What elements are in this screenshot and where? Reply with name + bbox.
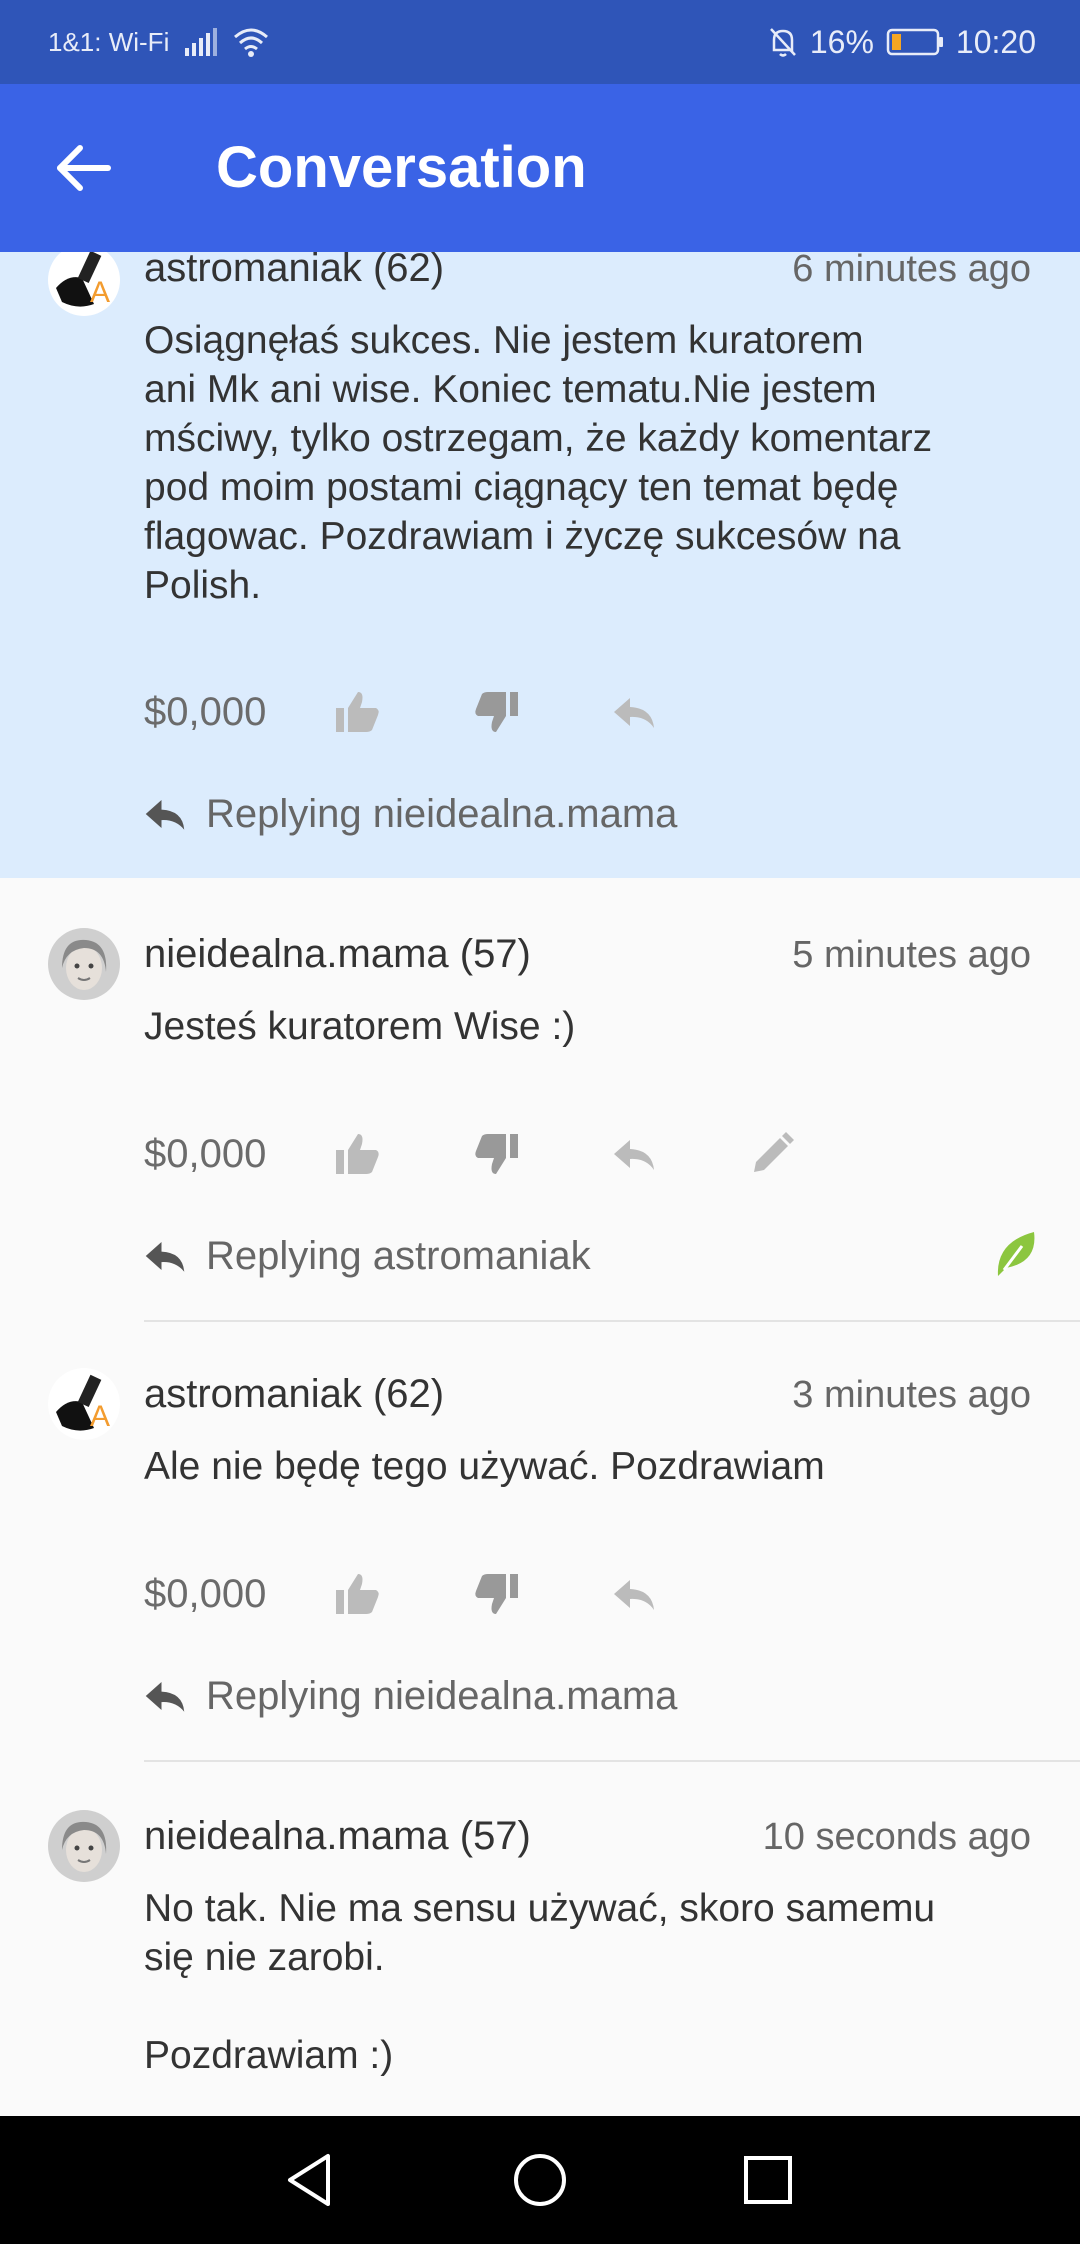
reply-arrow-icon: [145, 1242, 185, 1272]
upvote-icon[interactable]: [334, 1570, 382, 1618]
comment-body: No tak. Nie ma sensu używać, skoro samem…: [144, 1887, 936, 2077]
upvote-icon[interactable]: [334, 1130, 382, 1178]
reply-arrow-icon: [145, 1682, 185, 1712]
app-bar: Conversation: [0, 84, 1080, 252]
comment-actions: $0,000: [144, 1124, 886, 1184]
payout-value[interactable]: $0,000: [144, 1572, 334, 1617]
battery-icon: [886, 28, 943, 56]
svg-text:A: A: [90, 276, 110, 309]
comment-time: 6 minutes ago: [792, 252, 1031, 290]
comment-item: nieidealna.mama (57) 10 seconds ago No t…: [0, 1762, 1080, 2116]
avatar[interactable]: [48, 1810, 120, 1882]
clock: 10:20: [955, 23, 1036, 60]
replying-label: Replying astromaniak: [206, 1233, 591, 1278]
signal-icon: [185, 28, 218, 56]
carrier-label: 1&1: Wi-Fi: [48, 26, 170, 57]
page-title: Conversation: [216, 135, 587, 200]
payout-value[interactable]: $0,000: [144, 1132, 334, 1177]
comment-time: 5 minutes ago: [792, 934, 1031, 976]
reply-icon[interactable]: [610, 688, 658, 736]
reply-icon[interactable]: [610, 1570, 658, 1618]
conversation-list: A astromaniak (62) 6 minutes ago Osiągnę…: [0, 252, 1080, 2116]
replying-to[interactable]: Replying astromaniak: [144, 1226, 591, 1286]
comment-item: A astromaniak (62) 3 minutes ago Ale nie…: [0, 1320, 1080, 1762]
arrow-left-icon: [57, 145, 111, 191]
back-triangle-icon[interactable]: [280, 2150, 340, 2210]
payout-value[interactable]: $0,000: [144, 690, 334, 735]
avatar[interactable]: [48, 928, 120, 1000]
replying-label: Replying nieidealna.mama: [206, 791, 678, 836]
comment-actions: $0,000: [144, 1564, 748, 1624]
downvote-icon[interactable]: [472, 1570, 520, 1618]
comment-author[interactable]: astromaniak (62): [144, 1372, 444, 1417]
comment-author[interactable]: nieidealna.mama (57): [144, 1814, 531, 1859]
reply-icon[interactable]: [610, 1130, 658, 1178]
battery-percent: 16%: [809, 23, 874, 60]
comment-author[interactable]: nieidealna.mama (57): [144, 932, 531, 977]
replying-to[interactable]: Replying nieidealna.mama: [144, 784, 677, 844]
comment-item: A astromaniak (62) 6 minutes ago Osiągnę…: [0, 252, 1080, 878]
comment-time: 3 minutes ago: [792, 1374, 1031, 1416]
comment-time: 10 seconds ago: [762, 1816, 1031, 1858]
reply-arrow-icon: [145, 800, 185, 830]
downvote-icon[interactable]: [472, 1130, 520, 1178]
replying-to[interactable]: Replying nieidealna.mama: [144, 1666, 677, 1726]
replying-label: Replying nieidealna.mama: [206, 1673, 678, 1718]
comment-actions: $0,000: [144, 682, 748, 742]
mute-bell-icon: [769, 28, 796, 57]
wifi-icon: [234, 28, 269, 57]
leaf-badge-icon[interactable]: [994, 1228, 1038, 1280]
system-nav-bar: [0, 2116, 1080, 2244]
home-circle-icon[interactable]: [510, 2150, 570, 2210]
edit-pencil-icon[interactable]: [748, 1130, 796, 1178]
avatar[interactable]: A: [48, 1368, 120, 1440]
downvote-icon[interactable]: [472, 688, 520, 736]
recents-square-icon[interactable]: [738, 2150, 798, 2210]
status-bar: 1&1: Wi-Fi 16% 10:20: [0, 0, 1080, 84]
avatar[interactable]: A: [48, 252, 120, 316]
svg-text:A: A: [90, 1400, 110, 1433]
upvote-icon[interactable]: [334, 688, 382, 736]
comment-body: Osiągnęłaś sukces. Nie jestem kuratorem …: [144, 319, 933, 607]
comment-author[interactable]: astromaniak (62): [144, 252, 444, 291]
comment-body: Jesteś kuratorem Wise :): [144, 1005, 576, 1048]
back-button[interactable]: [52, 136, 116, 200]
comment-body: Ale nie będę tego używać. Pozdrawiam: [144, 1445, 825, 1488]
